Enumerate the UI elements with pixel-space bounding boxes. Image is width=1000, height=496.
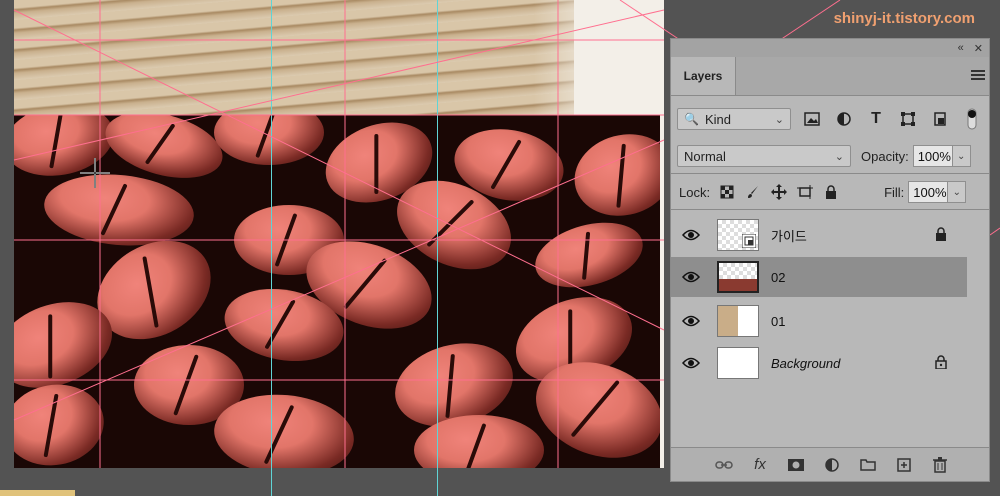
- panel-titlebar[interactable]: « ✕: [671, 39, 989, 57]
- fill-label: Fill:: [884, 184, 905, 200]
- search-icon: 🔍: [684, 112, 699, 126]
- divider: [671, 173, 989, 174]
- layer-name: 02: [771, 269, 786, 285]
- lock-artboard-icon[interactable]: [794, 181, 816, 203]
- filter-toggle-icon[interactable]: [961, 108, 983, 130]
- eye-icon[interactable]: [671, 229, 711, 241]
- adjustment-filter-icon[interactable]: [833, 108, 855, 130]
- watermark: shinyj-it.tistory.com: [833, 10, 975, 27]
- opacity-dropdown-button[interactable]: ⌄: [952, 145, 971, 167]
- eye-icon[interactable]: [671, 315, 711, 327]
- divider: [671, 209, 989, 210]
- new-layer-icon[interactable]: [893, 454, 915, 476]
- link-icon[interactable]: [713, 454, 735, 476]
- lock-row: Lock: Fill: 100% ⌄: [671, 179, 989, 205]
- filter-row: 🔍 Kind ⌄ T: [671, 105, 989, 133]
- layers-panel: « ✕ Layers 🔍 Kind ⌄ T Normal ⌄ Opacity: …: [670, 38, 990, 482]
- lock-icon: [935, 355, 947, 369]
- status-marker: [0, 490, 75, 496]
- vertical-guide[interactable]: [271, 0, 272, 496]
- trash-icon[interactable]: [929, 454, 951, 476]
- layer-name: Background: [771, 355, 841, 371]
- panel-footer: fx: [671, 447, 989, 481]
- lock-transparent-icon[interactable]: [716, 181, 738, 203]
- layer-thumbnail: [717, 219, 759, 251]
- wood-texture-layer: [14, 0, 574, 115]
- adjustment-icon[interactable]: [821, 454, 843, 476]
- chevron-down-icon: ⌄: [774, 114, 784, 126]
- lock-position-icon[interactable]: [768, 181, 790, 203]
- blend-row: Normal ⌄ Opacity: 100% ⌄: [671, 143, 989, 169]
- panel-menu-icon[interactable]: [971, 69, 985, 81]
- smart-object-filter-icon[interactable]: [929, 108, 951, 130]
- opacity-input[interactable]: 100%: [912, 145, 953, 167]
- layer-thumbnail: [717, 347, 759, 379]
- lock-all-icon[interactable]: [820, 181, 842, 203]
- fill-input[interactable]: 100%: [908, 181, 949, 203]
- mask-icon[interactable]: [785, 454, 807, 476]
- opacity-label: Opacity:: [861, 148, 909, 164]
- layer-row[interactable]: 01: [671, 301, 967, 341]
- tab-layers[interactable]: Layers: [671, 57, 736, 95]
- collapse-icon[interactable]: «: [958, 42, 964, 54]
- layer-thumbnail: [717, 305, 759, 337]
- layer-row[interactable]: Background: [671, 343, 967, 383]
- document-canvas[interactable]: [14, 0, 664, 468]
- layer-thumbnail: [717, 261, 759, 293]
- lock-label: Lock:: [679, 184, 711, 200]
- lock-image-brush-icon[interactable]: [742, 181, 764, 203]
- vertical-guide[interactable]: [437, 0, 438, 496]
- blend-mode-select[interactable]: Normal ⌄: [677, 145, 851, 167]
- lock-icon: [936, 227, 946, 241]
- panel-tabbar: Layers: [671, 57, 989, 96]
- eye-icon[interactable]: [671, 271, 711, 283]
- coffee-beans-layer: [14, 115, 660, 468]
- crosshair-cursor-icon: [80, 158, 110, 188]
- smart-object-badge-icon: [742, 234, 756, 248]
- canvas-edge: [0, 0, 14, 468]
- filter-kind-select[interactable]: 🔍 Kind ⌄: [677, 108, 791, 130]
- chevron-down-icon: ⌄: [834, 151, 844, 163]
- layer-name: 가이드: [771, 228, 807, 244]
- eye-icon[interactable]: [671, 357, 711, 369]
- fill-dropdown-button[interactable]: ⌄: [948, 181, 967, 203]
- folder-icon[interactable]: [857, 454, 879, 476]
- type-filter-icon[interactable]: T: [865, 108, 887, 130]
- wood-fade: [534, 0, 614, 115]
- fx-icon[interactable]: fx: [749, 454, 771, 476]
- close-panel-icon[interactable]: ✕: [974, 42, 983, 55]
- shape-filter-icon[interactable]: [897, 108, 919, 130]
- layer-row-selected[interactable]: 02: [671, 257, 967, 297]
- layer-row[interactable]: 가이드: [671, 215, 967, 255]
- pixel-filter-icon[interactable]: [801, 108, 823, 130]
- layer-name: 01: [771, 313, 786, 329]
